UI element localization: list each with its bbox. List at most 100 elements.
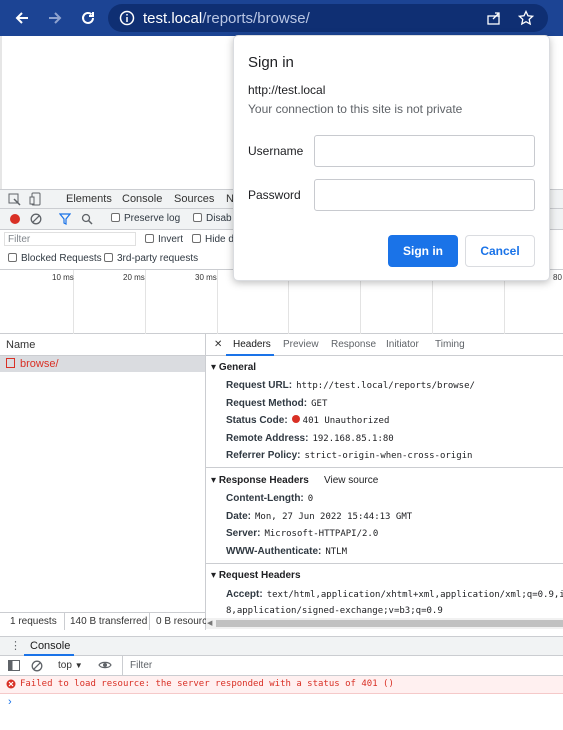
chevron-down-icon: ▼ xyxy=(74,661,83,670)
cancel-button[interactable]: Cancel xyxy=(465,235,535,267)
console-toolbar: top ▼ Filter xyxy=(0,656,563,676)
scrollbar-thumb[interactable] xyxy=(216,620,563,627)
clear-icon[interactable] xyxy=(30,213,42,228)
scroll-left-icon[interactable]: ◀ xyxy=(207,619,212,627)
url-path: /reports/browse/ xyxy=(202,10,310,27)
reload-icon[interactable] xyxy=(76,6,100,30)
username-field[interactable] xyxy=(314,135,535,167)
resources-size: 0 B resourc xyxy=(156,616,208,627)
status-code-key: Status Code: xyxy=(226,415,288,426)
filter-input[interactable]: Filter xyxy=(4,232,136,246)
share-icon[interactable] xyxy=(486,10,502,29)
general-section-toggle[interactable]: ▾ General xyxy=(211,362,256,373)
error-icon xyxy=(6,679,16,692)
referrer-policy-value: strict-origin-when-cross-origin xyxy=(304,451,473,461)
sign-in-button[interactable]: Sign in xyxy=(388,235,458,267)
forward-icon[interactable] xyxy=(43,6,67,30)
request-method-key: Request Method: xyxy=(226,398,308,409)
info-icon[interactable] xyxy=(119,10,135,29)
date-key: Date: xyxy=(226,511,252,522)
request-details-panel: ✕ Headers Preview Response Initiator Tim… xyxy=(206,334,563,630)
dialog-origin: http://test.local xyxy=(248,83,326,97)
search-icon[interactable] xyxy=(81,213,93,228)
drawer-tabbar: ⋮ Console xyxy=(0,636,563,656)
context-selector[interactable]: top ▼ xyxy=(58,660,83,671)
drawer-menu-icon[interactable]: ⋮ xyxy=(10,639,21,652)
request-name: browse/ xyxy=(20,358,59,370)
tab-initiator[interactable]: Initiator xyxy=(386,339,419,350)
view-source-link[interactable]: View source xyxy=(324,475,378,486)
hide-data-urls-checkbox[interactable]: Hide d xyxy=(192,234,234,245)
back-icon[interactable] xyxy=(10,6,34,30)
request-row[interactable]: browse/ xyxy=(0,356,205,372)
password-label: Password xyxy=(248,188,301,202)
browser-toolbar: test.local/reports/browse/ xyxy=(0,0,563,36)
status-code-row: Status Code: 401 Unauthorized xyxy=(226,415,389,426)
url-host: test.local xyxy=(143,10,203,27)
referrer-policy-key: Referrer Policy: xyxy=(226,450,301,461)
accept-value: text/html,application/xhtml+xml,applicat… xyxy=(266,590,563,600)
tab-headers[interactable]: Headers xyxy=(233,339,271,350)
request-method-value: GET xyxy=(311,399,328,409)
timeline-gridline xyxy=(217,270,218,334)
request-headers-toggle[interactable]: ▾ Request Headers xyxy=(211,570,301,581)
www-authenticate-value: NTLM xyxy=(325,547,348,557)
timeline-gridline xyxy=(145,270,146,334)
status-code-value: 401 Unauthorized xyxy=(291,415,389,426)
device-toolbar-icon[interactable] xyxy=(29,192,42,209)
timeline-tick-label: 30 ms xyxy=(195,273,217,282)
www-authenticate-row: WWW-Authenticate: NTLM xyxy=(226,546,347,557)
remote-address-key: Remote Address: xyxy=(226,433,309,444)
response-headers-toggle[interactable]: ▾ Response Headers xyxy=(211,475,309,486)
date-value: Mon, 27 Jun 2022 15:44:13 GMT xyxy=(255,512,413,522)
content-length-value: 0 xyxy=(307,494,314,504)
status-error-dot-icon xyxy=(291,415,300,423)
prompt-chevron-icon: › xyxy=(8,696,12,708)
context-value: top xyxy=(58,660,72,671)
name-column-header[interactable]: Name xyxy=(0,334,205,356)
filter-icon[interactable] xyxy=(58,213,72,228)
network-status-bar: 1 requests 140 B transferred 0 B resourc xyxy=(0,612,208,630)
bookmark-star-icon[interactable] xyxy=(517,9,535,29)
inspect-icon[interactable] xyxy=(8,193,21,209)
document-icon xyxy=(6,358,15,368)
close-icon[interactable]: ✕ xyxy=(214,339,222,350)
response-headers-title: Response Headers xyxy=(218,475,309,486)
content-length-key: Content-Length: xyxy=(226,493,304,504)
request-headers-title: Request Headers xyxy=(218,570,301,581)
invert-checkbox[interactable]: Invert xyxy=(145,234,183,245)
console-input[interactable]: › xyxy=(0,694,563,730)
timeline-tick-label: 80 xyxy=(553,273,562,282)
record-icon[interactable] xyxy=(9,213,21,228)
blocked-requests-label: Blocked Requests xyxy=(21,253,102,264)
clear-console-icon[interactable] xyxy=(31,660,43,675)
request-url-value: http://test.local/reports/browse/ xyxy=(296,381,475,391)
eye-icon[interactable] xyxy=(98,659,112,674)
preserve-log-checkbox[interactable]: Preserve log xyxy=(111,213,180,224)
address-bar[interactable]: test.local/reports/browse/ xyxy=(108,4,548,32)
tab-elements[interactable]: Elements xyxy=(66,193,112,205)
tab-drawer-console[interactable]: Console xyxy=(30,640,70,652)
tab-console[interactable]: Console xyxy=(122,193,162,205)
console-filter-input[interactable]: Filter xyxy=(130,660,152,671)
password-field[interactable] xyxy=(314,179,535,211)
divider xyxy=(206,563,563,564)
error-text: Failed to load resource: the server resp… xyxy=(20,679,394,689)
request-method-row: Request Method: GET xyxy=(226,398,327,409)
content-length-row: Content-Length: 0 xyxy=(226,493,313,504)
horizontal-scrollbar[interactable]: ◀ xyxy=(206,618,563,629)
tab-sources[interactable]: Sources xyxy=(174,193,214,205)
disable-cache-checkbox[interactable]: Disab xyxy=(193,213,232,224)
console-error-message: Failed to load resource: the server resp… xyxy=(0,676,563,694)
hide-data-urls-label: Hide d xyxy=(205,234,234,245)
sidebar-toggle-icon[interactable] xyxy=(8,660,20,674)
accept-key: Accept: xyxy=(226,589,263,600)
tab-timing[interactable]: Timing xyxy=(435,339,465,350)
www-authenticate-key: WWW-Authenticate: xyxy=(226,546,322,557)
third-party-checkbox[interactable]: 3rd-party requests xyxy=(104,253,198,264)
tab-response[interactable]: Response xyxy=(331,339,376,350)
server-value: Microsoft-HTTPAPI/2.0 xyxy=(264,529,379,539)
blocked-requests-checkbox[interactable]: Blocked Requests xyxy=(8,253,102,264)
tab-preview[interactable]: Preview xyxy=(283,339,319,350)
server-row: Server: Microsoft-HTTPAPI/2.0 xyxy=(226,528,378,539)
